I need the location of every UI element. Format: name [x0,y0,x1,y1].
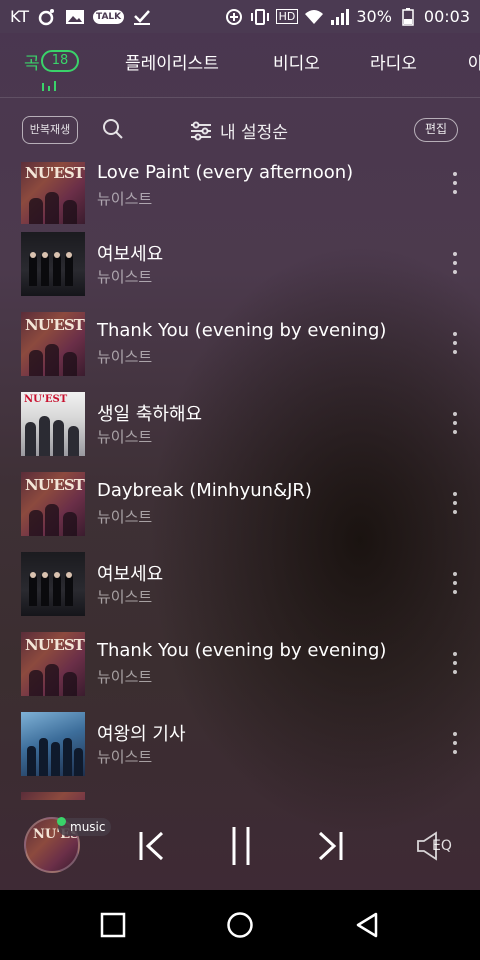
music-badge: music [58,818,112,836]
more-options-icon[interactable] [450,332,460,354]
list-item[interactable]: NU'EST Daybreak (Minhyun&JR) 뉴이스트 [0,472,480,552]
song-artist: 뉴이스트 [97,190,153,208]
tab-bar: 곡 18 플레이리스트 비디오 라디오 아 [0,33,480,98]
tab-videos[interactable]: 비디오 [273,49,320,74]
list-toolbar: 반복재생 내 설정순 편집 [0,98,480,162]
eq-button[interactable]: EQ [432,838,452,854]
battery-icon [402,7,414,26]
song-artist: 뉴이스트 [97,428,153,446]
song-title: Thank You (evening by evening) [97,320,387,341]
music-status-dot [57,817,66,826]
tab-radio[interactable]: 라디오 [370,49,417,74]
song-title: Love Paint (every afternoon) [97,162,354,183]
recent-apps-icon[interactable] [100,912,126,938]
more-options-icon[interactable] [450,492,460,514]
edit-button[interactable]: 편집 [414,118,458,142]
album-art: NU'EST [21,632,85,696]
song-count-badge: 18 [41,50,79,72]
list-item[interactable]: NU'EST Thank You (evening by evening) 뉴이… [0,632,480,712]
repeat-button[interactable]: 반복재생 [22,116,78,144]
list-item[interactable]: 여왕의 기사 뉴이스트 [0,712,480,792]
hd-voice-icon: HD [275,9,299,24]
album-art: NU'EST [21,472,85,536]
album-art: NU'EST [21,392,85,456]
previous-icon[interactable] [138,830,166,862]
song-title: 생일 축하해요 [97,404,203,425]
wifi-icon [305,9,324,24]
carrier-label: KT [10,7,30,26]
album-art [21,232,85,296]
more-options-icon[interactable] [450,412,460,434]
list-item[interactable]: 여보세요 뉴이스트 [0,232,480,312]
search-icon[interactable] [102,118,124,140]
check-icon [134,9,151,25]
talk-icon: TALK [93,9,125,24]
song-artist: 뉴이스트 [97,588,153,606]
song-artist: 뉴이스트 [97,268,153,286]
song-artist: 뉴이스트 [97,508,153,526]
next-icon[interactable] [316,830,344,862]
album-art [21,552,85,616]
album-art: NU'EST [21,162,85,224]
album-art [21,792,85,800]
battery-percent: 30% [356,7,392,26]
list-item[interactable]: NU'EST 생일 축하해요 뉴이스트 [0,392,480,472]
data-saver-icon [225,8,242,25]
sort-label: 내 설정순 [220,123,288,143]
music-app-icon [38,8,55,25]
song-artist: 뉴이스트 [97,748,153,766]
song-list: NU'EST Love Paint (every afternoon) 뉴이스트… [0,162,480,800]
sort-settings-icon [191,121,211,140]
now-playing-indicator-icon [42,81,56,91]
song-title: Thank You (evening by evening) [97,640,387,661]
song-artist: 뉴이스트 [97,668,153,686]
list-item-partial[interactable] [0,792,480,800]
more-options-icon[interactable] [450,172,460,194]
pause-icon[interactable] [230,826,252,866]
list-item[interactable]: NU'EST Love Paint (every afternoon) 뉴이스트 [0,162,480,232]
tab-playlists[interactable]: 플레이리스트 [125,49,219,74]
vibrate-icon [250,8,269,25]
more-options-icon[interactable] [450,732,460,754]
more-options-icon[interactable] [450,652,460,674]
signal-icon [331,8,350,25]
list-item[interactable]: NU'EST Thank You (evening by evening) 뉴이… [0,312,480,392]
tab-songs[interactable]: 곡 [24,49,40,74]
song-title: 여왕의 기사 [97,724,186,745]
list-item[interactable]: 여보세요 뉴이스트 [0,552,480,632]
album-art: NU'EST [21,312,85,376]
tab-more[interactable]: 아 [468,49,480,74]
music-app: KT TALK HD 30% 00:03 곡 18 플레이리스트 비디오 라디오… [0,0,480,890]
gallery-icon [66,9,85,24]
back-icon[interactable] [354,911,380,939]
song-title: Daybreak (Minhyun&JR) [97,480,312,501]
sort-button[interactable]: 내 설정순 [190,118,288,143]
clock: 00:03 [423,7,470,26]
more-options-icon[interactable] [450,252,460,274]
home-icon[interactable] [226,911,254,939]
album-art [21,712,85,776]
song-title: 여보세요 [97,564,164,585]
mini-player: NU'EST music EQ [0,800,480,890]
system-navigation-bar [0,890,480,960]
song-artist: 뉴이스트 [97,348,153,366]
status-bar: KT TALK HD 30% 00:03 [0,0,480,33]
song-title: 여보세요 [97,244,164,265]
more-options-icon[interactable] [450,572,460,594]
